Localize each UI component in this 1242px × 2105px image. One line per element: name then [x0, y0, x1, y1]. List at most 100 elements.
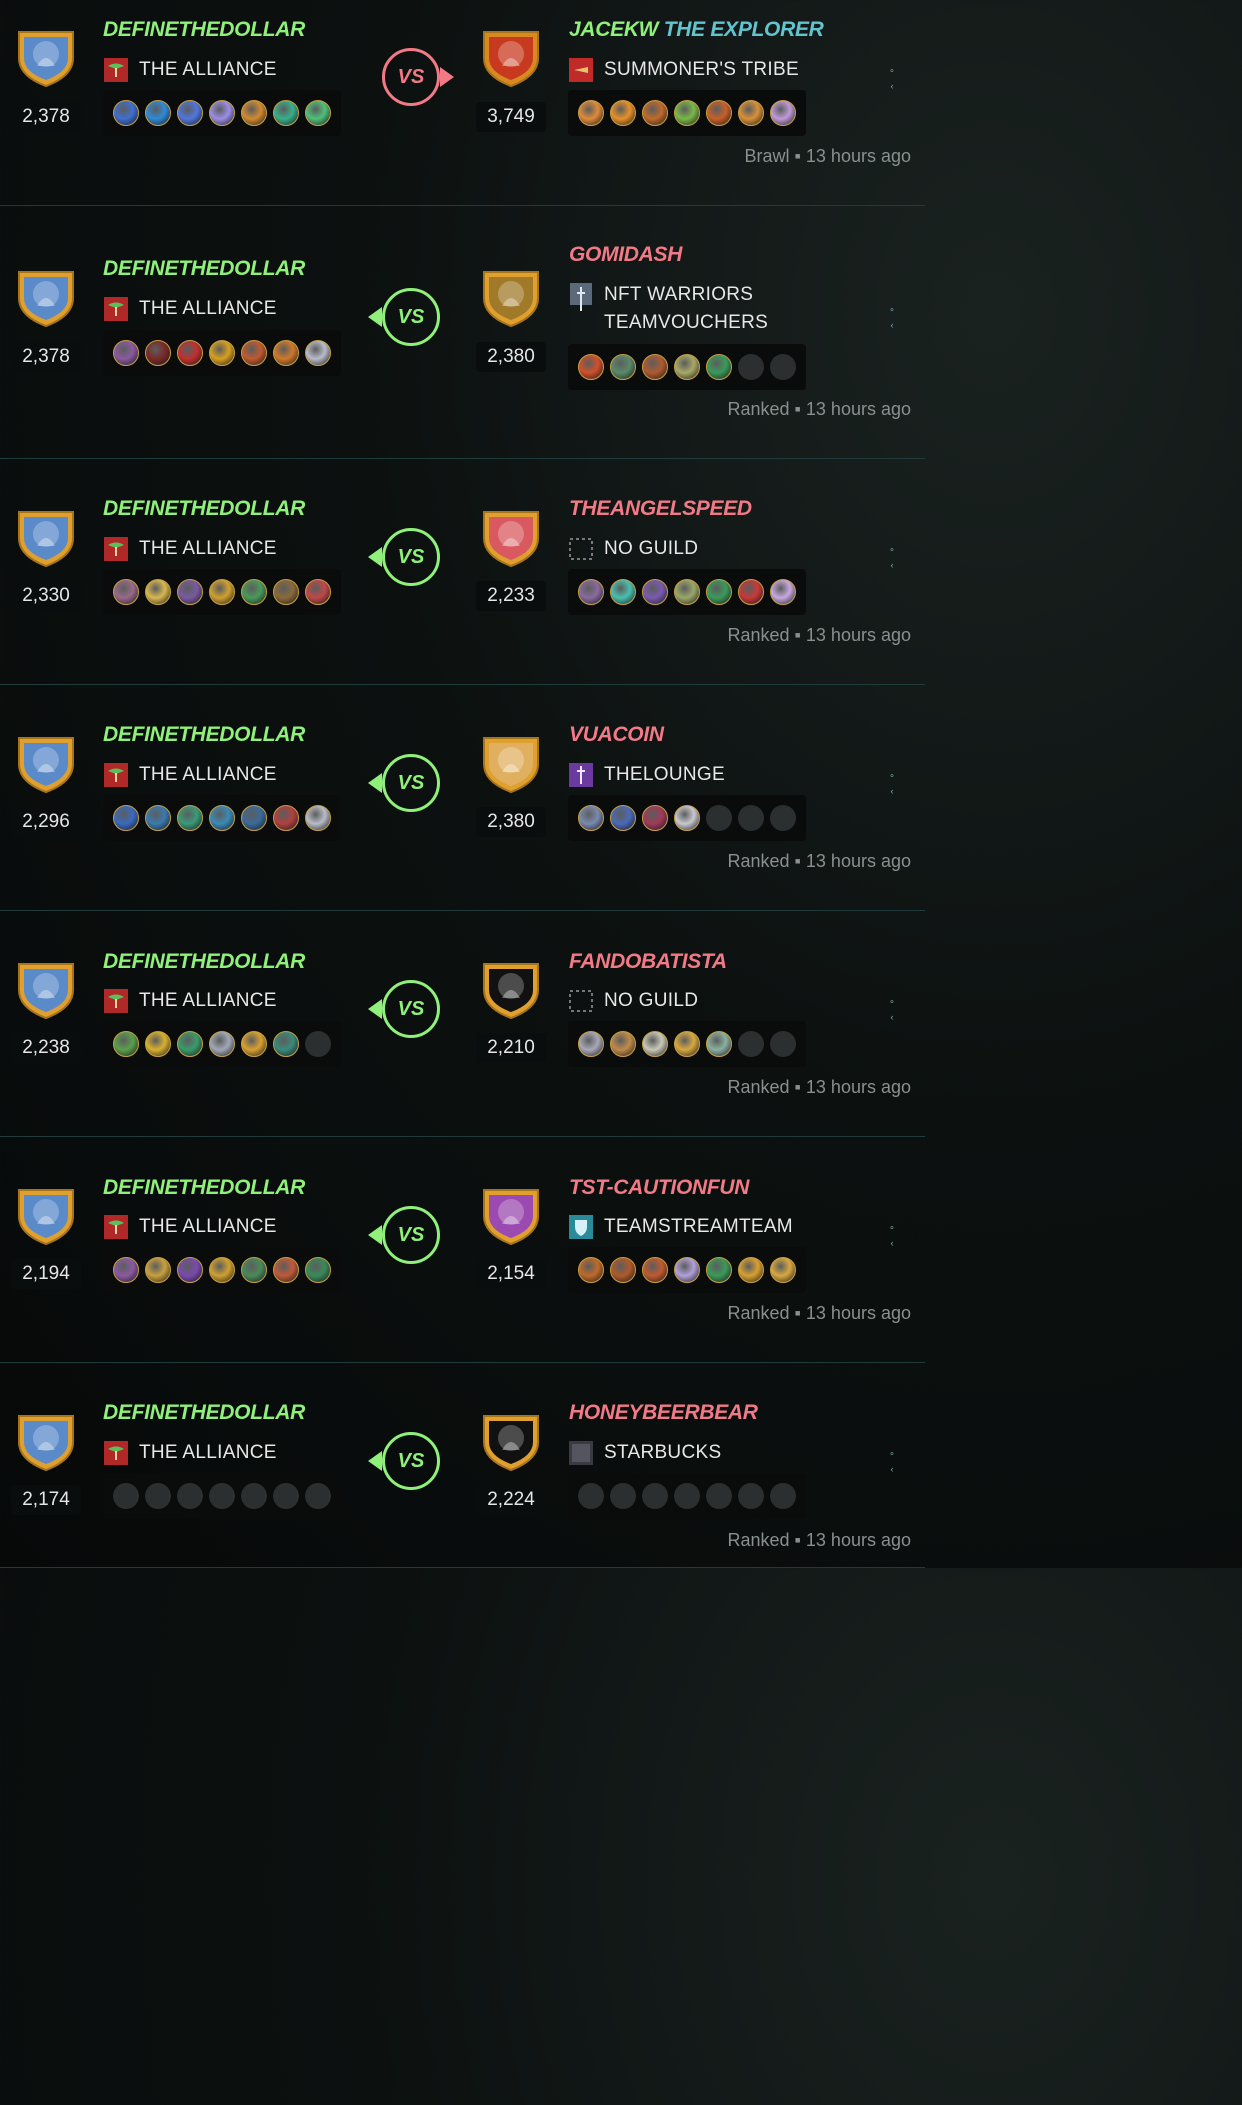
- monster-card-icon[interactable]: [209, 340, 235, 366]
- monster-card-icon[interactable]: [642, 1257, 668, 1283]
- monster-card-icon[interactable]: [305, 340, 331, 366]
- monster-card-icon[interactable]: [610, 354, 636, 380]
- player-name[interactable]: DEFINETHEDOLLAR: [103, 1401, 305, 1425]
- opponent-guild-name[interactable]: THELOUNGE: [604, 761, 725, 789]
- opponent-team-lineup[interactable]: [568, 90, 806, 136]
- opponent-guild-name[interactable]: TEAMSTREAMTEAM: [604, 1213, 793, 1241]
- vs-result-indicator[interactable]: VS: [382, 48, 440, 106]
- opponent-team-lineup[interactable]: [568, 795, 806, 841]
- monster-card-icon[interactable]: [145, 100, 171, 126]
- monster-card-icon[interactable]: [273, 340, 299, 366]
- more-dots-icon[interactable]: ∘ ‹: [886, 1219, 898, 1251]
- monster-card-icon[interactable]: [770, 579, 796, 605]
- monster-card-icon[interactable]: [738, 100, 764, 126]
- guild-name[interactable]: THE ALLIANCE: [139, 535, 277, 563]
- more-dots-icon[interactable]: ∘ ‹: [886, 541, 898, 573]
- monster-card-icon[interactable]: [209, 1257, 235, 1283]
- opponent-avatar-icon[interactable]: [478, 262, 544, 328]
- monster-card-icon[interactable]: [610, 805, 636, 831]
- monster-card-icon[interactable]: [674, 1031, 700, 1057]
- guild-name[interactable]: THE ALLIANCE: [139, 987, 277, 1015]
- monster-card-icon[interactable]: [674, 579, 700, 605]
- monster-card-icon[interactable]: [145, 579, 171, 605]
- more-dots-icon[interactable]: ∘ ‹: [886, 301, 898, 333]
- opponent-avatar-icon[interactable]: [478, 22, 544, 88]
- monster-card-icon[interactable]: [674, 1257, 700, 1283]
- opponent-name[interactable]: THEANGELSPEED: [569, 497, 752, 521]
- monster-card-icon[interactable]: [706, 1031, 732, 1057]
- monster-card-icon[interactable]: [209, 579, 235, 605]
- player-name[interactable]: DEFINETHEDOLLAR: [103, 497, 305, 521]
- monster-card-icon[interactable]: [145, 1031, 171, 1057]
- monster-card-icon[interactable]: [642, 1031, 668, 1057]
- monster-card-icon[interactable]: [305, 579, 331, 605]
- monster-card-icon[interactable]: [241, 340, 267, 366]
- player-name[interactable]: DEFINETHEDOLLAR: [103, 1176, 305, 1200]
- monster-card-icon[interactable]: [674, 100, 700, 126]
- monster-card-icon[interactable]: [610, 1257, 636, 1283]
- wizard-avatar-icon[interactable]: [13, 22, 79, 88]
- opponent-guild-name[interactable]: NFT WARRIORS: [604, 281, 753, 309]
- guild-name[interactable]: THE ALLIANCE: [139, 56, 277, 84]
- monster-card-icon[interactable]: [209, 100, 235, 126]
- opponent-guild-name[interactable]: NO GUILD: [604, 987, 698, 1015]
- monster-card-icon[interactable]: [738, 1257, 764, 1283]
- monster-card-icon[interactable]: [177, 805, 203, 831]
- monster-card-icon[interactable]: [113, 1031, 139, 1057]
- opponent-name[interactable]: FANDOBATISTA: [569, 950, 727, 974]
- wizard-avatar-icon[interactable]: [13, 502, 79, 568]
- wizard-avatar-icon[interactable]: [13, 262, 79, 328]
- team-lineup[interactable]: [103, 569, 341, 615]
- opponent-name[interactable]: TST-CAUTIONFUN: [569, 1176, 749, 1200]
- monster-card-icon[interactable]: [610, 579, 636, 605]
- opponent-team-lineup[interactable]: [568, 1021, 806, 1067]
- guild-name[interactable]: THE ALLIANCE: [139, 761, 277, 789]
- monster-card-icon[interactable]: [610, 1031, 636, 1057]
- monster-card-icon[interactable]: [113, 1257, 139, 1283]
- opponent-avatar-icon[interactable]: [478, 954, 544, 1020]
- vs-result-indicator[interactable]: VS: [382, 1206, 440, 1264]
- team-lineup[interactable]: [103, 1247, 341, 1293]
- opponent-guild-name[interactable]: SUMMONER'S TRIBE: [604, 56, 799, 84]
- monster-card-icon[interactable]: [642, 354, 668, 380]
- wizard-avatar-icon[interactable]: [13, 1406, 79, 1472]
- monster-card-icon[interactable]: [578, 1031, 604, 1057]
- opponent-team-lineup[interactable]: [568, 569, 806, 615]
- monster-card-icon[interactable]: [738, 579, 764, 605]
- monster-card-icon[interactable]: [209, 1031, 235, 1057]
- wizard-avatar-icon[interactable]: [13, 1180, 79, 1246]
- monster-card-icon[interactable]: [145, 1257, 171, 1283]
- team-lineup[interactable]: [103, 90, 341, 136]
- opponent-name[interactable]: GOMIDASH: [569, 243, 682, 267]
- monster-card-icon[interactable]: [770, 100, 796, 126]
- monster-card-icon[interactable]: [113, 100, 139, 126]
- guild-name[interactable]: THE ALLIANCE: [139, 1439, 277, 1467]
- team-lineup[interactable]: [103, 795, 341, 841]
- opponent-avatar-icon[interactable]: [478, 1180, 544, 1246]
- opponent-avatar-icon[interactable]: [478, 728, 544, 794]
- monster-card-icon[interactable]: [642, 100, 668, 126]
- monster-card-icon[interactable]: [578, 579, 604, 605]
- monster-card-icon[interactable]: [241, 579, 267, 605]
- monster-card-icon[interactable]: [177, 579, 203, 605]
- opponent-name[interactable]: JACEKW THE EXPLORER: [569, 18, 824, 42]
- monster-card-icon[interactable]: [706, 100, 732, 126]
- monster-card-icon[interactable]: [241, 1257, 267, 1283]
- monster-card-icon[interactable]: [145, 340, 171, 366]
- more-dots-icon[interactable]: ∘ ‹: [886, 62, 898, 94]
- monster-card-icon[interactable]: [113, 805, 139, 831]
- monster-card-icon[interactable]: [706, 1257, 732, 1283]
- opponent-avatar-icon[interactable]: [478, 1406, 544, 1472]
- monster-card-icon[interactable]: [113, 340, 139, 366]
- guild-name[interactable]: THE ALLIANCE: [139, 1213, 277, 1241]
- monster-card-icon[interactable]: [241, 100, 267, 126]
- monster-card-icon[interactable]: [305, 100, 331, 126]
- player-name[interactable]: DEFINETHEDOLLAR: [103, 18, 305, 42]
- monster-card-icon[interactable]: [706, 579, 732, 605]
- player-name[interactable]: DEFINETHEDOLLAR: [103, 950, 305, 974]
- monster-card-icon[interactable]: [610, 100, 636, 126]
- wizard-avatar-icon[interactable]: [13, 728, 79, 794]
- monster-card-icon[interactable]: [578, 805, 604, 831]
- guild-name[interactable]: THE ALLIANCE: [139, 295, 277, 323]
- monster-card-icon[interactable]: [177, 100, 203, 126]
